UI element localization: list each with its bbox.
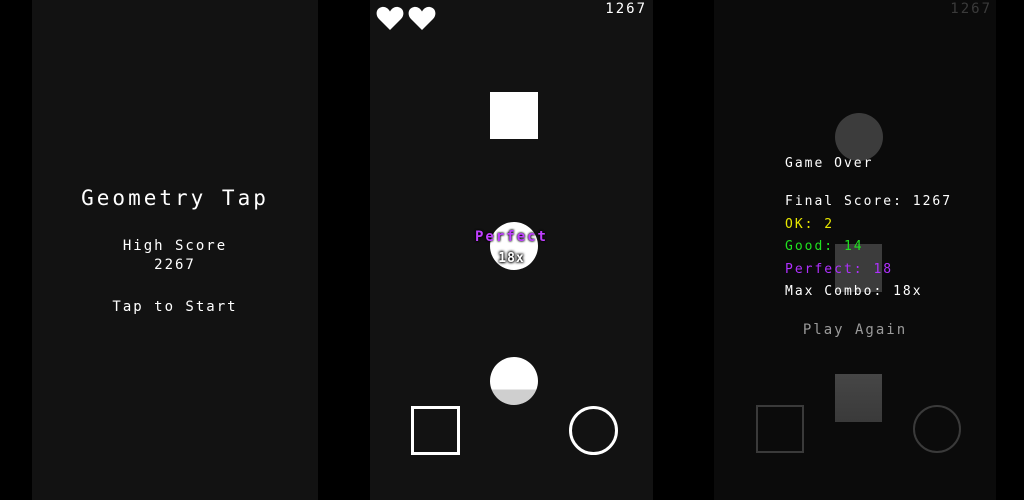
final-score-stat: Final Score: 1267 [785,194,953,209]
tap-to-start-prompt[interactable]: Tap to Start [32,299,318,315]
max-combo-stat: Max Combo: 18x [785,284,923,299]
perfect-feedback-label: Perfect [474,229,548,245]
combo-counter: 18x [498,251,525,266]
perfect-count-stat: Perfect: 18 [785,262,894,277]
heart-icon [408,6,436,30]
circle-tap-target[interactable] [569,406,618,455]
square-tap-target[interactable] [411,406,460,455]
faded-circle-shape [835,113,883,161]
good-count-stat: Good: 14 [785,239,864,254]
falling-circle-shape [490,357,538,405]
square-tap-target [756,405,804,453]
circle-tap-target [913,405,961,453]
score-display: 1267 [605,1,647,17]
start-screen[interactable]: Geometry Tap High Score 2267 Tap to Star… [32,0,318,500]
game-over-screen: 1267 Game Over Final Score: 1267 OK: 2 G… [714,0,996,500]
game-title: Geometry Tap [81,186,269,210]
falling-square-shape [490,92,538,139]
faded-square-shape [835,374,882,422]
score-display: 1267 [950,1,992,17]
game-over-title: Game Over [785,156,874,171]
gameplay-screen[interactable]: 1267 Perfect 18x [370,0,653,500]
high-score-label: High Score [122,238,228,254]
heart-icon [376,6,404,30]
play-again-button[interactable]: Play Again [714,322,996,338]
ok-count-stat: OK: 2 [785,217,835,232]
high-score-value: 2267 [154,257,196,273]
